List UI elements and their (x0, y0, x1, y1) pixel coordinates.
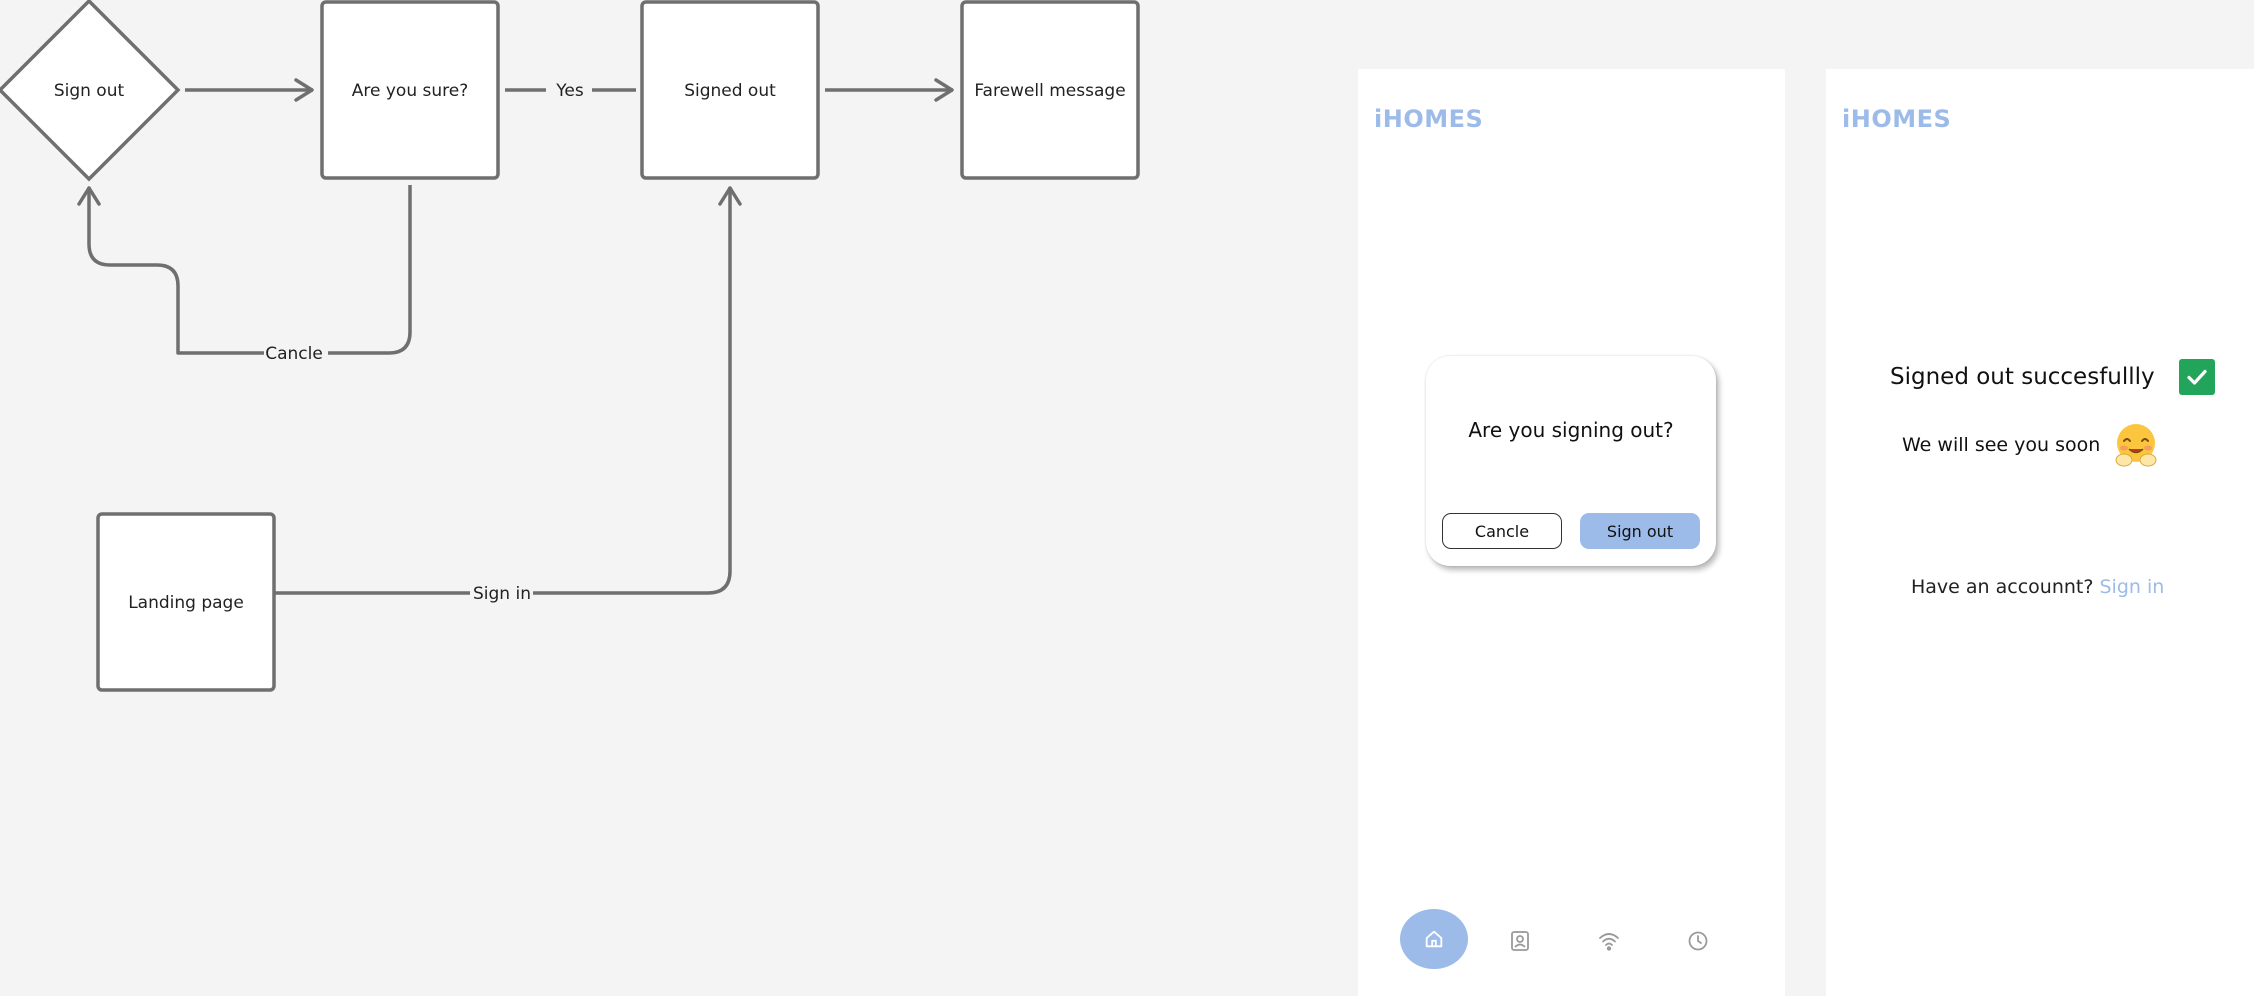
edge-label-cancel: Cancle (265, 344, 323, 364)
check-icon (2178, 359, 2215, 395)
sign-out-button[interactable]: Sign out (1580, 513, 1700, 549)
success-row: Signed out succesfullly (1890, 359, 2215, 395)
edge-label-sign-in: Sign in (473, 584, 531, 604)
wifi-icon[interactable] (1597, 929, 1621, 953)
flowchart: Sign out Are you sure? Signed out Farewe… (0, 0, 1140, 692)
contacts-icon[interactable] (1508, 929, 1532, 953)
sign-in-link[interactable]: Sign in (2100, 576, 2165, 598)
farewell-row: We will see you soon (1902, 421, 2160, 469)
home-icon (1425, 930, 1443, 948)
farewell-message: We will see you soon (1902, 434, 2101, 456)
cancel-button[interactable]: Cancle (1442, 513, 1562, 549)
nav-home-button[interactable] (1400, 909, 1468, 969)
brand-logo: iHOMES (1374, 105, 1484, 133)
account-prompt-text: Have an accounnt? (1911, 576, 2094, 598)
dialog-title: Are you signing out? (1468, 418, 1674, 442)
brand-logo: iHOMES (1842, 105, 1952, 133)
clock-icon[interactable] (1686, 929, 1710, 953)
bottom-nav (1358, 909, 1785, 969)
mobile-screen-signed-out: iHOMES Signed out succesfullly We will s… (1826, 69, 2254, 996)
mobile-screen-confirm: iHOMES Are you signing out? Cancle Sign … (1358, 69, 1785, 996)
success-message: Signed out succesfullly (1890, 364, 2155, 390)
node-label-landing: Landing page (128, 593, 244, 613)
node-label-sign-out: Sign out (54, 81, 125, 101)
account-prompt-row: Have an accounnt? Sign in (1911, 576, 2164, 598)
sign-out-dialog: Are you signing out? Cancle Sign out (1426, 356, 1716, 566)
edge-signin-path (275, 187, 730, 595)
node-label-farewell: Farewell message (974, 81, 1125, 101)
node-label-signed-out: Signed out (684, 81, 776, 101)
edge-label-yes: Yes (555, 81, 584, 101)
edge-cancel-path (89, 185, 412, 355)
node-label-are-you-sure: Are you sure? (352, 81, 468, 101)
hugging-face-emoji (2115, 424, 2157, 467)
